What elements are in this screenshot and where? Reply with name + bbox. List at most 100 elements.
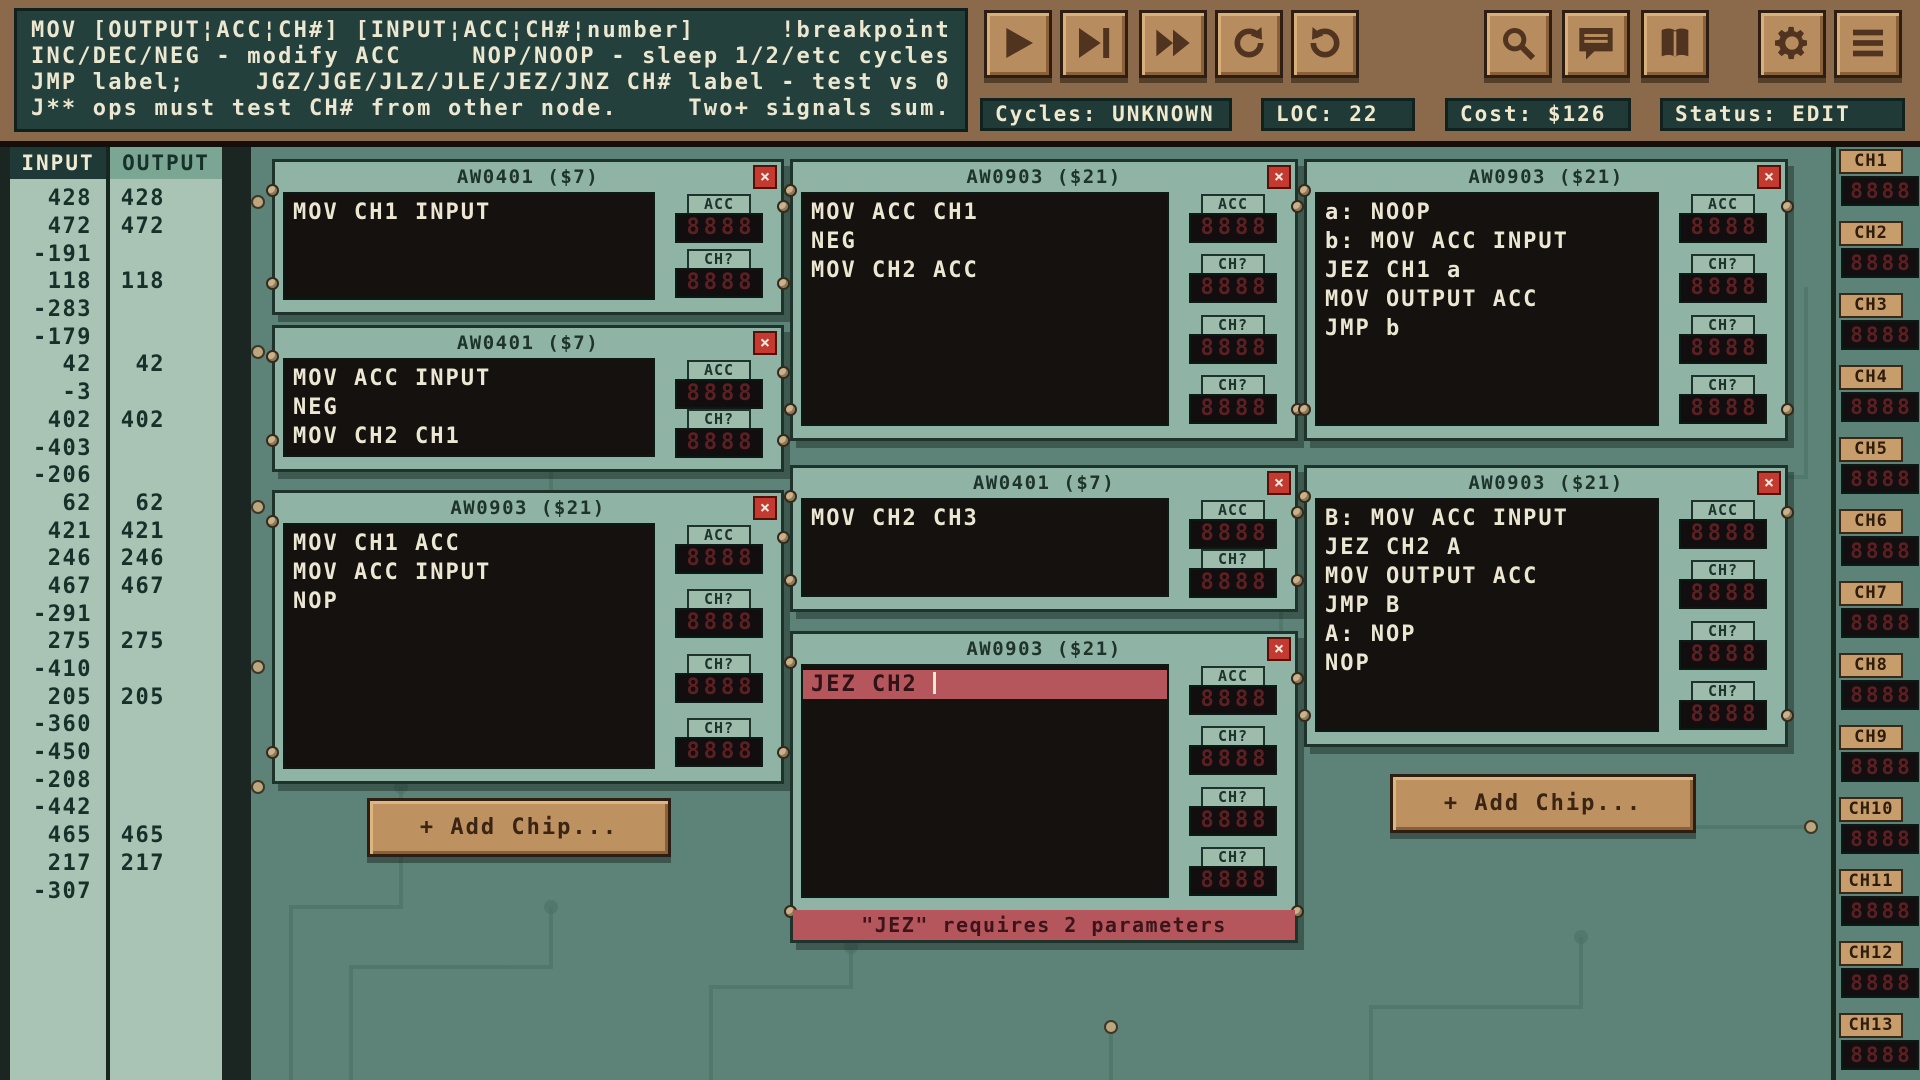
register-display: 8888 [675,737,763,767]
register-label: CH? [1201,549,1265,570]
help-text: !breakpoint [781,18,951,44]
channel-tab[interactable]: CH13 [1839,1013,1903,1038]
chip-close-button[interactable]: × [1757,165,1781,189]
chip-code-editor[interactable]: MOV CH1 ACCMOV ACC INPUTNOP [283,523,655,769]
chip-card[interactable]: AW0401 ($7)×MOV CH1 INPUTACC8888CH?8888 [272,159,784,315]
chip-close-button[interactable]: × [753,496,777,520]
chip-registers: ACC8888CH?8888CH?8888CH?8888 [1671,500,1775,730]
channel-tab[interactable]: CH10 [1839,797,1903,822]
register-label: CH? [1691,681,1755,702]
chip-card[interactable]: AW0401 ($7)×MOV ACC INPUTNEGMOV CH2 CH1A… [272,325,784,472]
channel-tab[interactable]: CH12 [1839,941,1903,966]
undo-button[interactable] [1215,10,1283,78]
screw-icon [266,184,279,197]
register-label: ACC [687,194,751,215]
register-label: CH? [1691,375,1755,396]
channel-tab[interactable]: CH11 [1839,869,1903,894]
chip-card[interactable]: AW0903 ($21)×MOV CH1 ACCMOV ACC INPUTNOP… [272,490,784,784]
io-row: 275275 [10,628,222,656]
io-row: 465465 [10,822,222,850]
redo-button[interactable] [1291,10,1359,78]
chip-code-editor[interactable]: JEZ CH2 [801,664,1169,898]
chip-card[interactable]: AW0401 ($7)×MOV CH2 CH3ACC8888CH?8888 [790,465,1298,612]
chip-registers: ACC8888CH?8888 [667,360,771,455]
chip-code-editor[interactable]: a: NOOPb: MOV ACC INPUTJEZ CH1 aMOV OUTP… [1315,192,1659,426]
add-chip-button[interactable]: + Add Chip... [367,798,671,857]
code-line: JEZ CH2 A [1325,533,1649,562]
manual-icon [1655,23,1695,66]
code-line: MOV ACC INPUT [293,364,645,393]
channel-tab[interactable]: CH7 [1839,581,1903,606]
chip-registers: ACC8888CH?8888 [1181,500,1285,595]
chip-close-button[interactable]: × [1267,471,1291,495]
code-line: JMP B [1325,591,1649,620]
io-row: -410 [10,656,222,684]
step-forward-button[interactable] [1060,10,1128,78]
code-line: NOP [293,587,645,616]
io-row: 205205 [10,683,222,711]
chip-close-button[interactable]: × [753,165,777,189]
chip-card[interactable]: AW0903 ($21)×a: NOOPb: MOV ACC INPUTJEZ … [1304,159,1788,441]
channel-tab[interactable]: CH8 [1839,653,1903,678]
fast-forward-button[interactable] [1139,10,1207,78]
io-row: -283 [10,296,222,324]
chip-close-button[interactable]: × [753,331,777,355]
search-button[interactable] [1484,10,1552,78]
channel-ch2: CH28888 [1836,221,1920,278]
feedback-button[interactable] [1562,10,1630,78]
channel-display: 8888 [1841,968,1919,998]
play-button[interactable] [984,10,1052,78]
channel-display: 8888 [1841,536,1919,566]
manual-button[interactable] [1641,10,1709,78]
channel-tab[interactable]: CH4 [1839,365,1903,390]
output-value: 402 [92,408,165,433]
channel-tab[interactable]: CH2 [1839,221,1903,246]
register-ch: CH?8888 [1671,315,1775,364]
chip-card[interactable]: AW0903 ($21)×JEZ CH2 ACC8888CH?8888CH?88… [790,631,1298,943]
channel-rail: CH18888CH28888CH38888CH48888CH58888CH688… [1831,147,1920,1080]
register-ch: CH?8888 [667,654,771,703]
chip-code-editor[interactable]: MOV CH1 INPUT [283,192,655,300]
channel-tab[interactable]: CH6 [1839,509,1903,534]
menu-button[interactable] [1834,10,1902,78]
top-bar: MOV [OUTPUT¦ACC¦CH#] [INPUT¦ACC¦CH#¦numb… [0,0,1920,147]
chip-code-editor[interactable]: B: MOV ACC INPUTJEZ CH2 AMOV OUTPUT ACCJ… [1315,498,1659,732]
add-chip-button[interactable]: + Add Chip... [1390,774,1696,833]
screw-icon [777,200,790,213]
register-ch: CH?8888 [1181,375,1285,424]
code-line: MOV ACC INPUT [293,558,645,587]
settings-button[interactable] [1758,10,1826,78]
chip-card[interactable]: AW0903 ($21)×B: MOV ACC INPUTJEZ CH2 AMO… [1304,465,1788,747]
register-ch: CH?8888 [1671,375,1775,424]
chip-close-button[interactable]: × [1267,165,1291,189]
register-display: 8888 [1189,685,1277,715]
channel-tab[interactable]: CH3 [1839,293,1903,318]
channel-tab[interactable]: CH9 [1839,725,1903,750]
input-value: -450 [10,740,92,765]
register-label: CH? [1201,847,1265,868]
chip-close-button[interactable]: × [1267,637,1291,661]
chip-code-editor[interactable]: MOV ACC INPUTNEGMOV CH2 CH1 [283,358,655,457]
chip-registers: ACC8888CH?8888CH?8888CH?8888 [1671,194,1775,424]
chip-close-button[interactable]: × [1757,471,1781,495]
chip-header: AW0903 ($21)× [1307,468,1785,498]
chip-code-editor[interactable]: MOV ACC CH1NEGMOV CH2 ACC [801,192,1169,426]
screw-icon [266,746,279,759]
io-row: 467467 [10,573,222,601]
step-forward-icon [1074,23,1114,66]
screw-icon [784,656,797,669]
chip-card[interactable]: AW0903 ($21)×MOV ACC CH1NEGMOV CH2 ACCAC… [790,159,1298,441]
chip-header: AW0903 ($21)× [793,634,1295,664]
input-value: -410 [10,657,92,682]
code-line: MOV OUTPUT ACC [1325,285,1649,314]
input-value: -206 [10,463,92,488]
chip-code-editor[interactable]: MOV CH2 CH3 [801,498,1169,597]
screw-icon [1781,403,1794,416]
channel-ch11: CH118888 [1836,869,1920,926]
channel-tab[interactable]: CH1 [1839,149,1903,174]
register-display: 8888 [675,268,763,298]
io-row: -3 [10,379,222,407]
channel-tab[interactable]: CH5 [1839,437,1903,462]
register-display: 8888 [1679,394,1767,424]
register-display: 8888 [1189,213,1277,243]
